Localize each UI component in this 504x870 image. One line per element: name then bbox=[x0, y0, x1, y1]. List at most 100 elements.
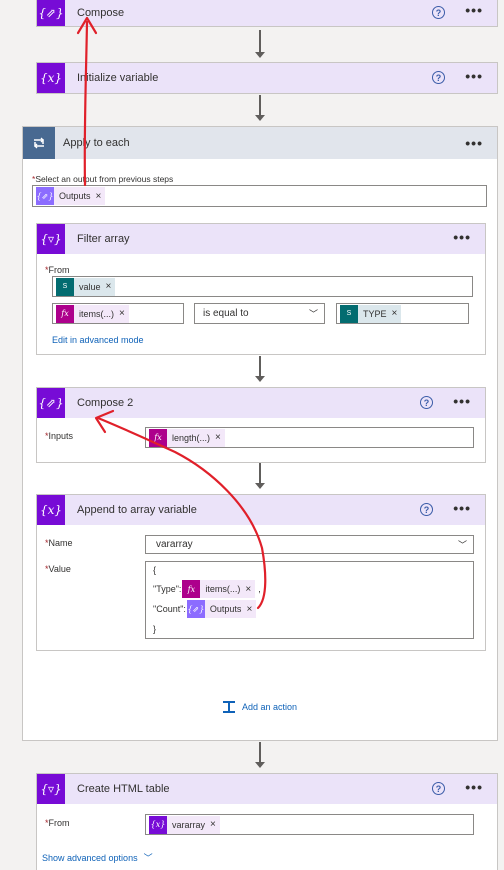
show-advanced-options[interactable]: Show advanced options ﹀ bbox=[42, 851, 153, 864]
compose-card[interactable]: {⇗} Compose ? ••• bbox=[36, 0, 498, 27]
filter-icon: {▿} bbox=[37, 774, 65, 804]
sharepoint-icon: S bbox=[340, 304, 358, 323]
remove-icon[interactable]: × bbox=[96, 191, 102, 202]
close-brace: } bbox=[153, 624, 157, 634]
type-line: "Type": fx items(...) × , bbox=[153, 580, 261, 598]
select-output-label-text: Select an output from previous steps bbox=[35, 174, 174, 184]
type-token[interactable]: S TYPE × bbox=[340, 304, 402, 323]
from-label: *From bbox=[45, 265, 70, 275]
more-options-icon[interactable]: ••• bbox=[453, 500, 471, 516]
inputs-label-text: Inputs bbox=[48, 431, 74, 441]
select-output-field[interactable]: {⇗} Outputs × bbox=[32, 185, 487, 207]
apply-to-each-title: Apply to each bbox=[63, 137, 130, 149]
value-token-label: value bbox=[79, 281, 101, 292]
remove-icon[interactable]: × bbox=[392, 308, 398, 319]
filter-icon: {▿} bbox=[37, 224, 65, 254]
create-html-table-title: Create HTML table bbox=[77, 783, 170, 795]
condition-right-field[interactable]: S TYPE × bbox=[336, 303, 469, 324]
more-options-icon[interactable]: ••• bbox=[453, 229, 471, 245]
more-options-icon[interactable]: ••• bbox=[465, 135, 483, 151]
expression-icon: fx bbox=[182, 580, 201, 598]
variable-icon: {x} bbox=[37, 63, 65, 93]
apply-to-each-header[interactable]: Apply to each ••• bbox=[23, 127, 497, 159]
inputs-label: *Inputs bbox=[45, 431, 73, 441]
initialize-variable-header[interactable]: {x} Initialize variable ? ••• bbox=[37, 63, 497, 93]
type-token-label: TYPE bbox=[363, 308, 387, 319]
value-token[interactable]: S value × bbox=[56, 277, 116, 296]
remove-icon[interactable]: × bbox=[106, 281, 112, 292]
initialize-variable-title: Initialize variable bbox=[77, 72, 159, 84]
append-to-array-title: Append to array variable bbox=[77, 504, 197, 516]
remove-icon[interactable]: × bbox=[119, 308, 125, 319]
connector-arrow bbox=[255, 95, 265, 125]
operator-value: is equal to bbox=[203, 308, 249, 319]
connector-arrow bbox=[255, 463, 265, 493]
compose-title: Compose bbox=[77, 6, 125, 19]
remove-icon[interactable]: × bbox=[215, 432, 221, 443]
remove-icon[interactable]: × bbox=[210, 819, 216, 830]
expression-icon: fx bbox=[56, 304, 74, 323]
add-action-button[interactable]: Add an action bbox=[222, 700, 297, 714]
create-html-table-header[interactable]: {▿} Create HTML table ? ••• bbox=[37, 774, 497, 804]
edit-advanced-mode-link[interactable]: Edit in advanced mode bbox=[52, 335, 144, 345]
value-label-text: Value bbox=[48, 564, 71, 574]
type-items-label: items(...) bbox=[205, 584, 241, 594]
sharepoint-icon: S bbox=[56, 277, 74, 296]
count-line: "Count": {⇗} Outputs × bbox=[153, 600, 257, 618]
add-action-label: Add an action bbox=[242, 702, 298, 712]
operator-dropdown[interactable]: is equal to ﹀ bbox=[194, 303, 325, 324]
items-token-label: items(...) bbox=[79, 308, 114, 319]
help-icon[interactable]: ? bbox=[432, 782, 445, 795]
help-icon[interactable]: ? bbox=[432, 6, 445, 19]
show-advanced-options-label: Show advanced options bbox=[42, 852, 138, 863]
remove-icon[interactable]: × bbox=[246, 604, 252, 615]
filter-array-title: Filter array bbox=[77, 233, 130, 245]
compose-2-inputs-field[interactable]: fx length(...) × bbox=[145, 427, 474, 448]
compose-2-title: Compose 2 bbox=[77, 397, 134, 409]
loop-icon bbox=[23, 127, 55, 159]
more-options-icon[interactable]: ••• bbox=[465, 2, 483, 18]
append-to-array-header[interactable]: {x} Append to array variable ? ••• bbox=[37, 495, 485, 525]
filter-from-field[interactable]: S value × bbox=[52, 276, 473, 297]
variable-name-value: vararray bbox=[156, 539, 193, 550]
vararray-token-label: vararray bbox=[172, 819, 206, 830]
connector-arrow bbox=[255, 356, 265, 386]
from-label-text: From bbox=[48, 818, 70, 828]
compose-2-header[interactable]: {⇗} Compose 2 ? ••• bbox=[37, 388, 485, 418]
select-output-label: *Select an output from previous steps bbox=[32, 174, 173, 184]
name-label: *Name bbox=[45, 538, 73, 548]
initialize-variable-card[interactable]: {x} Initialize variable ? ••• bbox=[36, 62, 498, 94]
outputs-token[interactable]: {⇗} Outputs × bbox=[36, 187, 106, 205]
items-expression-token[interactable]: fx items(...) × bbox=[56, 304, 129, 323]
chevron-down-icon: ﹀ bbox=[308, 309, 318, 319]
vararray-token[interactable]: {x} vararray × bbox=[149, 815, 220, 834]
filter-array-header[interactable]: {▿} Filter array ••• bbox=[37, 224, 485, 254]
type-items-token[interactable]: fx items(...) × bbox=[182, 580, 256, 598]
connector-arrow bbox=[255, 742, 265, 772]
name-label-text: Name bbox=[48, 538, 73, 548]
count-outputs-token[interactable]: {⇗} Outputs × bbox=[186, 600, 257, 618]
remove-icon[interactable]: × bbox=[245, 584, 251, 595]
count-key: "Count": bbox=[153, 604, 186, 614]
variable-name-dropdown[interactable]: vararray ﹀ bbox=[145, 535, 474, 554]
compose-header[interactable]: {⇗} Compose ? ••• bbox=[37, 0, 497, 26]
help-icon[interactable]: ? bbox=[420, 396, 433, 409]
open-brace: { bbox=[153, 565, 157, 575]
condition-left-field[interactable]: fx items(...) × bbox=[52, 303, 184, 324]
more-options-icon[interactable]: ••• bbox=[465, 68, 483, 84]
more-options-icon[interactable]: ••• bbox=[465, 779, 483, 795]
outputs-token-label: Outputs bbox=[59, 191, 91, 201]
length-expression-token[interactable]: fx length(...) × bbox=[149, 428, 225, 447]
variable-icon: {x} bbox=[149, 815, 167, 834]
more-options-icon[interactable]: ••• bbox=[453, 393, 471, 409]
compose-icon: {⇗} bbox=[37, 0, 65, 26]
comma: , bbox=[258, 584, 261, 594]
help-icon[interactable]: ? bbox=[432, 71, 445, 84]
help-icon[interactable]: ? bbox=[420, 503, 433, 516]
compose-icon: {⇗} bbox=[37, 388, 65, 418]
from-label: *From bbox=[45, 818, 70, 828]
compose-2-card[interactable]: {⇗} Compose 2 ? ••• bbox=[36, 387, 486, 463]
count-outputs-label: Outputs bbox=[209, 604, 242, 614]
html-table-from-field[interactable]: {x} vararray × bbox=[145, 814, 474, 835]
chevron-down-icon: ﹀ bbox=[143, 853, 153, 863]
